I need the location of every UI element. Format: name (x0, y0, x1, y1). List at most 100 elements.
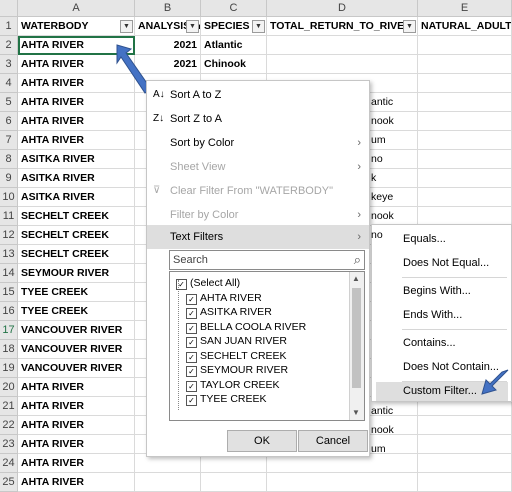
checkbox-checked-icon[interactable]: ✓ (186, 380, 197, 392)
cell-natural-adult[interactable] (418, 169, 512, 188)
row-number[interactable]: 13 (0, 245, 18, 264)
cell-natural-adult[interactable] (418, 435, 512, 454)
cell-waterbody[interactable]: VANCOUVER RIVER (18, 340, 135, 359)
cell-species[interactable] (201, 473, 267, 492)
list-scrollbar[interactable]: ▲ ▼ (349, 272, 364, 420)
filter-search-input[interactable]: Search ⌕ (169, 250, 365, 270)
row-number[interactable]: 2 (0, 36, 18, 55)
cell-waterbody[interactable]: TYEE CREEK (18, 302, 135, 321)
cell-waterbody[interactable]: ASITKA RIVER (18, 188, 135, 207)
cell-natural-adult[interactable] (418, 112, 512, 131)
row-number[interactable]: 19 (0, 359, 18, 378)
cell-natural-adult[interactable] (418, 150, 512, 169)
cell-waterbody[interactable]: SEYMOUR RIVER (18, 264, 135, 283)
col-header-c[interactable]: C (201, 0, 267, 17)
filter-list-item[interactable]: ✓ SAN JUAN RIVER (186, 334, 287, 349)
checkbox-checked-icon[interactable]: ✓ (186, 395, 197, 406)
cell-natural-adult[interactable] (418, 188, 512, 207)
checkbox-checked-icon[interactable]: ✓ (186, 308, 197, 319)
filter-list-item[interactable]: ✓ TYEE CREEK (186, 392, 267, 407)
col-header-d[interactable]: D (267, 0, 418, 17)
row-number[interactable]: 21 (0, 397, 18, 416)
filter-list-item[interactable]: ✓ SEYMOUR RIVER (186, 363, 288, 378)
checkbox-checked-icon[interactable]: ✓ (186, 293, 197, 305)
header-cell-natural-adult[interactable]: NATURAL_ADULT (418, 17, 512, 36)
row-number[interactable]: 5 (0, 93, 18, 112)
cell-natural-adult[interactable] (418, 55, 512, 74)
row-number[interactable]: 15 (0, 283, 18, 302)
row-number[interactable]: 22 (0, 416, 18, 435)
scroll-down-icon[interactable]: ▼ (352, 408, 360, 417)
cell-natural-adult[interactable] (418, 473, 512, 492)
row-number[interactable]: 16 (0, 302, 18, 321)
row-number[interactable]: 3 (0, 55, 18, 74)
cell-natural-adult[interactable] (418, 36, 512, 55)
row-number[interactable]: 9 (0, 169, 18, 188)
checkbox-checked-icon[interactable]: ✓ (186, 337, 197, 348)
header-cell-analysis[interactable]: ANALYSIS_Y ▼ (135, 17, 201, 36)
filter-list-item[interactable]: ✓ SECHELT CREEK (186, 349, 287, 364)
scrollbar-thumb[interactable] (352, 288, 361, 388)
filter-list-item[interactable]: ✓ BELLA COOLA RIVER (186, 320, 306, 335)
cell-waterbody[interactable]: VANCOUVER RIVER (18, 321, 135, 340)
row-number[interactable]: 18 (0, 340, 18, 359)
cell-waterbody[interactable]: SECHELT CREEK (18, 226, 135, 245)
submenu-item-contains[interactable]: Contains... (376, 332, 508, 354)
row-number[interactable]: 1 (0, 17, 18, 36)
cell-waterbody[interactable]: ASITKA RIVER (18, 169, 135, 188)
cell-total-return[interactable] (267, 473, 418, 492)
filter-list-item[interactable]: ✓ (Select All) (176, 276, 240, 291)
row-number[interactable]: 10 (0, 188, 18, 207)
row-number[interactable]: 4 (0, 74, 18, 93)
filter-list-item[interactable]: ✓ TAYLOR CREEK (186, 378, 280, 393)
cell-waterbody[interactable]: TYEE CREEK (18, 283, 135, 302)
filter-dropdown-icon[interactable]: ▼ (120, 20, 133, 33)
menu-item-sort-az[interactable]: A↓ Sort A to Z (147, 83, 369, 107)
header-cell-total-return[interactable]: TOTAL_RETURN_TO_RIVE ▼ (267, 17, 418, 36)
row-number[interactable]: 6 (0, 112, 18, 131)
submenu-item-not-equal[interactable]: Does Not Equal... (376, 252, 508, 274)
cell-waterbody[interactable]: AHTA RIVER (18, 397, 135, 416)
checkbox-checked-icon[interactable]: ✓ (186, 366, 197, 377)
scroll-up-icon[interactable]: ▲ (352, 274, 360, 283)
checkbox-checked-icon[interactable]: ✓ (186, 322, 197, 334)
cell-waterbody[interactable]: SECHELT CREEK (18, 207, 135, 226)
col-header-e[interactable]: E (418, 0, 512, 17)
cell-waterbody[interactable]: AHTA RIVER (18, 378, 135, 397)
cell-waterbody[interactable]: AHTA RIVER (18, 112, 135, 131)
submenu-item-ends-with[interactable]: Ends With... (376, 304, 508, 326)
row-number[interactable]: 25 (0, 473, 18, 492)
cell-waterbody[interactable]: AHTA RIVER (18, 473, 135, 492)
cell-natural-adult[interactable] (418, 74, 512, 93)
cancel-button[interactable]: Cancel (298, 430, 368, 452)
row-number[interactable]: 12 (0, 226, 18, 245)
cell-waterbody[interactable]: VANCOUVER RIVER (18, 359, 135, 378)
checkbox-checked-icon[interactable]: ✓ (176, 279, 187, 290)
menu-item-text-filters[interactable]: Text Filters › (147, 225, 369, 249)
row-number[interactable]: 20 (0, 378, 18, 397)
cell-waterbody[interactable]: AHTA RIVER (18, 416, 135, 435)
cell-total-return[interactable] (267, 36, 418, 55)
menu-item-sort-za[interactable]: Z↓ Sort Z to A (147, 107, 369, 131)
cell-analysis-year[interactable] (135, 473, 201, 492)
filter-dropdown-icon[interactable]: ▼ (186, 20, 199, 33)
select-all-corner[interactable] (0, 0, 18, 17)
menu-item-sort-by-color[interactable]: Sort by Color › (147, 131, 369, 155)
row-number[interactable]: 23 (0, 435, 18, 454)
checkbox-checked-icon[interactable]: ✓ (186, 351, 197, 363)
cell-natural-adult[interactable] (418, 416, 512, 435)
cell-waterbody[interactable]: ASITKA RIVER (18, 150, 135, 169)
row-number[interactable]: 11 (0, 207, 18, 226)
filter-dropdown-icon[interactable]: ▼ (403, 20, 416, 33)
header-cell-waterbody[interactable]: WATERBODY ▼ (18, 17, 135, 36)
cell-species[interactable]: Atlantic (201, 36, 267, 55)
row-number[interactable]: 14 (0, 264, 18, 283)
cell-total-return[interactable] (267, 55, 418, 74)
cell-natural-adult[interactable] (418, 131, 512, 150)
cell-waterbody[interactable]: SECHELT CREEK (18, 245, 135, 264)
row-number[interactable]: 8 (0, 150, 18, 169)
col-header-a[interactable]: A (18, 0, 135, 17)
ok-button[interactable]: OK (227, 430, 297, 452)
cell-species[interactable]: Chinook (201, 55, 267, 74)
cell-waterbody[interactable]: AHTA RIVER (18, 131, 135, 150)
